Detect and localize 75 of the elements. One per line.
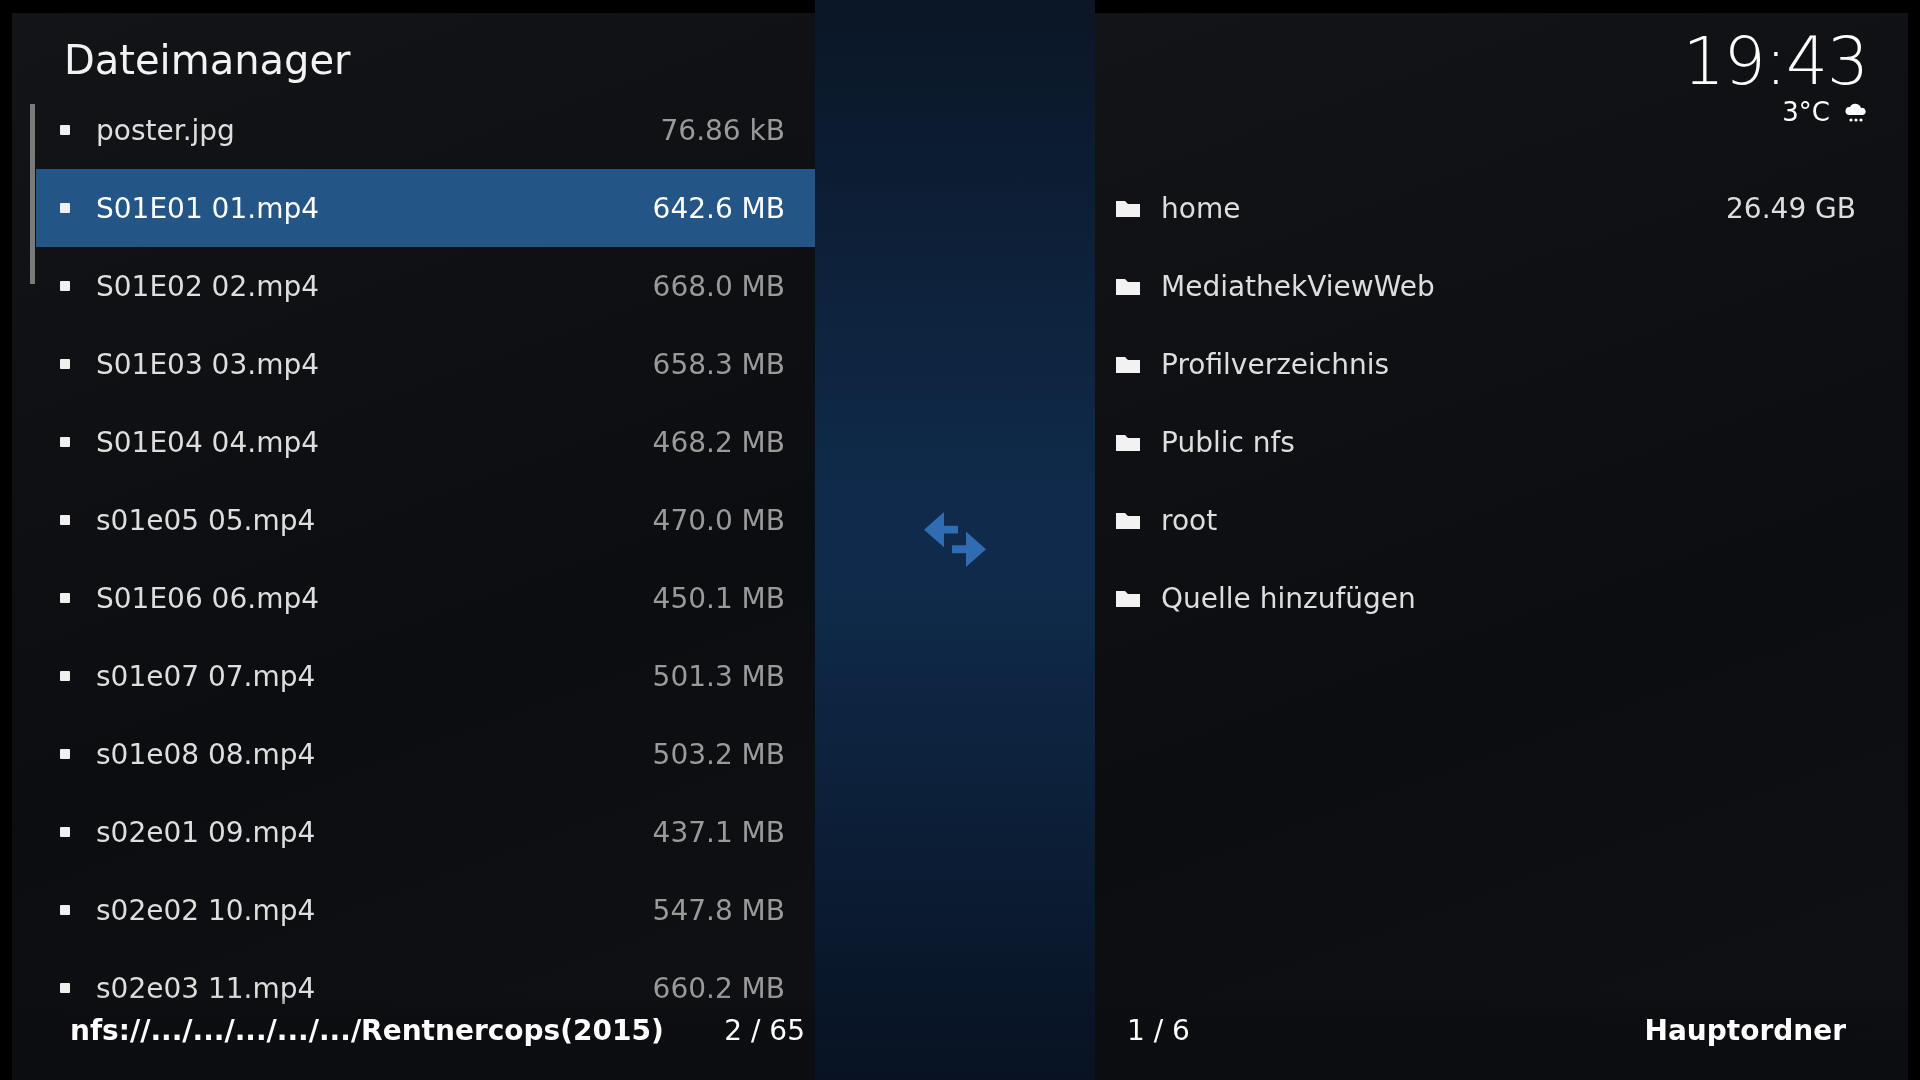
file-row[interactable]: S01E03 03.mp4 658.3 MB: [36, 325, 815, 403]
folder-name: Public nfs: [1161, 425, 1296, 459]
folder-icon: [1115, 588, 1141, 608]
folder-icon: [1115, 198, 1141, 218]
file-size: 501.3 MB: [652, 659, 785, 693]
file-row[interactable]: s01e08 08.mp4 503.2 MB: [36, 715, 815, 793]
file-size: 660.2 MB: [652, 971, 785, 1005]
scrollbar[interactable]: [30, 104, 35, 284]
bullet-icon: [60, 827, 70, 837]
bullet-icon: [60, 281, 70, 291]
folder-row[interactable]: MediathekViewWeb: [1095, 247, 1908, 325]
file-size: 642.6 MB: [652, 191, 785, 225]
file-size: 468.2 MB: [652, 425, 785, 459]
file-row[interactable]: s02e01 09.mp4 437.1 MB: [36, 793, 815, 871]
bullet-icon: [60, 983, 70, 993]
item-position: 1 / 6: [1127, 1014, 1190, 1047]
file-name: S01E02 02.mp4: [96, 269, 320, 303]
folder-icon: [1115, 354, 1141, 374]
file-size: 470.0 MB: [652, 503, 785, 537]
item-position: 2 / 65: [724, 1014, 805, 1047]
bullet-icon: [60, 437, 70, 447]
file-name: s02e02 10.mp4: [96, 893, 317, 927]
bullet-icon: [60, 749, 70, 759]
bullet-icon: [60, 125, 70, 135]
file-size: 503.2 MB: [652, 737, 785, 771]
folder-icon: [1115, 276, 1141, 296]
folder-row[interactable]: home 26.49 GB: [1095, 169, 1908, 247]
file-name: S01E03 03.mp4: [96, 347, 320, 381]
file-row[interactable]: S01E06 06.mp4 450.1 MB: [36, 559, 815, 637]
file-name: S01E04 04.mp4: [96, 425, 320, 459]
file-row[interactable]: S01E01 01.mp4 642.6 MB: [36, 169, 815, 247]
folder-row[interactable]: Quelle hinzufügen: [1095, 559, 1908, 637]
file-size: 668.0 MB: [652, 269, 785, 303]
bullet-icon: [60, 671, 70, 681]
folder-icon: [1115, 432, 1141, 452]
file-name: s01e08 08.mp4: [96, 737, 317, 771]
file-name: s01e05 05.mp4: [96, 503, 317, 537]
file-name: s02e01 09.mp4: [96, 815, 317, 849]
folder-name: home: [1161, 191, 1242, 225]
folder-name: Profilverzeichnis: [1161, 347, 1391, 381]
file-row[interactable]: S01E02 02.mp4 668.0 MB: [36, 247, 815, 325]
temperature: 3°C: [1782, 97, 1830, 127]
bullet-icon: [60, 515, 70, 525]
file-size: 450.1 MB: [652, 581, 785, 615]
file-size: 437.1 MB: [652, 815, 785, 849]
folder-size: 26.49 GB: [1726, 191, 1856, 225]
bullet-icon: [60, 905, 70, 915]
file-size: 547.8 MB: [652, 893, 785, 927]
folder-icon: [1115, 510, 1141, 530]
file-name: S01E01 01.mp4: [96, 191, 320, 225]
folder-row[interactable]: root: [1095, 481, 1908, 559]
location-label: Hauptordner: [1644, 1014, 1846, 1047]
folder-name: root: [1161, 503, 1219, 537]
file-name: s01e07 07.mp4: [96, 659, 317, 693]
file-name: s02e03 11.mp4: [96, 971, 317, 1005]
file-size: 76.86 kB: [660, 113, 785, 147]
file-size: 658.3 MB: [652, 347, 785, 381]
bullet-icon: [60, 203, 70, 213]
path-text: nfs://.../.../.../.../.../Rentnercops(2015): [70, 1014, 665, 1047]
file-row[interactable]: s01e05 05.mp4 470.0 MB: [36, 481, 815, 559]
file-row[interactable]: S01E04 04.mp4 468.2 MB: [36, 403, 815, 481]
folder-name: Quelle hinzufügen: [1161, 581, 1417, 615]
file-name: S01E06 06.mp4: [96, 581, 320, 615]
clock-time: 19:43: [1682, 27, 1868, 97]
swap-arrows-icon: [924, 512, 986, 568]
bullet-icon: [60, 593, 70, 603]
page-title: Dateimanager: [63, 36, 352, 85]
folder-row[interactable]: Profilverzeichnis: [1095, 325, 1908, 403]
file-row[interactable]: poster.jpg 76.86 kB: [36, 91, 815, 169]
folder-row[interactable]: Public nfs: [1095, 403, 1908, 481]
file-row[interactable]: s02e02 10.mp4 547.8 MB: [36, 871, 815, 949]
file-row[interactable]: s01e07 07.mp4 501.3 MB: [36, 637, 815, 715]
file-name: poster.jpg: [96, 113, 236, 147]
folder-name: MediathekViewWeb: [1161, 269, 1436, 303]
bullet-icon: [60, 359, 70, 369]
